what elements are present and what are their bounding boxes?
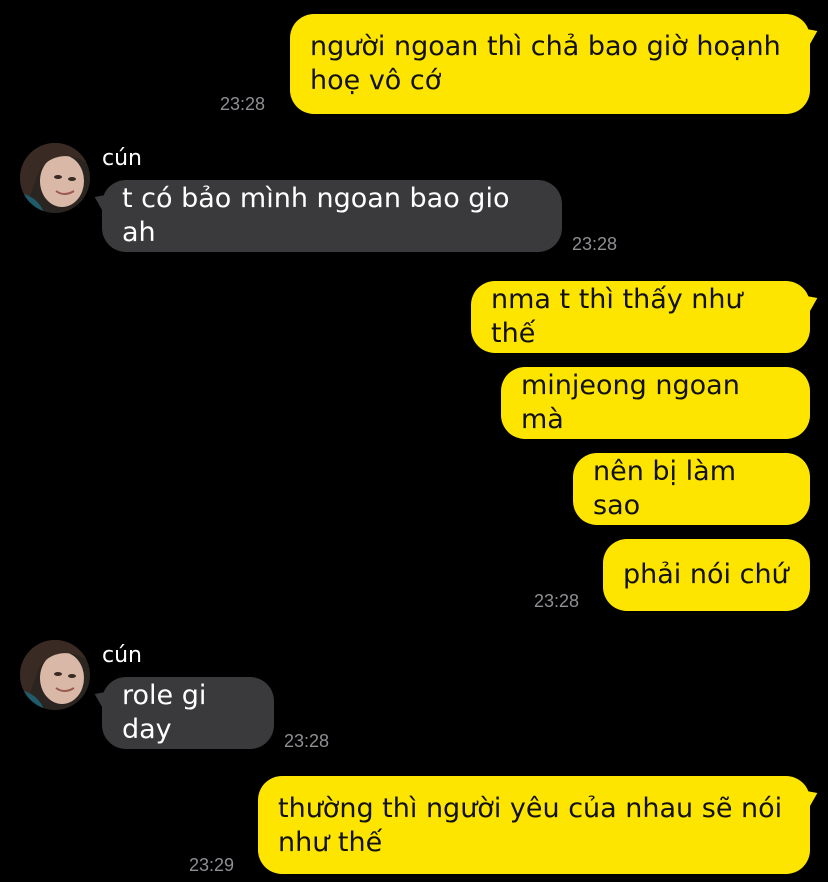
outgoing-message-bubble[interactable]: người ngoan thì chả bao giờ hoạnh hoẹ vô… <box>290 14 810 114</box>
outgoing-message-bubble[interactable]: minjeong ngoan mà <box>501 367 810 439</box>
sender-name: cún <box>102 146 142 171</box>
outgoing-message-bubble[interactable]: nên bị làm sao <box>573 453 810 525</box>
contact-avatar[interactable] <box>20 640 90 710</box>
message-timestamp: 23:28 <box>284 731 330 751</box>
message-timestamp: 23:29 <box>189 855 235 875</box>
outgoing-message-bubble[interactable]: phải nói chứ <box>603 539 810 611</box>
outgoing-message-bubble[interactable]: nma t thì thấy như thế <box>471 281 810 353</box>
message-timestamp: 23:28 <box>220 94 266 114</box>
message-timestamp: 23:28 <box>534 591 580 611</box>
contact-avatar-icon <box>20 143 90 213</box>
incoming-message-bubble[interactable]: t có bảo mình ngoan bao gio ah <box>102 180 562 252</box>
sender-name: cún <box>102 643 142 668</box>
incoming-message-bubble[interactable]: role gi day <box>102 677 274 749</box>
message-timestamp: 23:28 <box>572 234 618 254</box>
contact-avatar[interactable] <box>20 143 90 213</box>
contact-avatar-icon <box>20 640 90 710</box>
outgoing-message-bubble[interactable]: thường thì người yêu của nhau sẽ nói như… <box>258 776 810 874</box>
